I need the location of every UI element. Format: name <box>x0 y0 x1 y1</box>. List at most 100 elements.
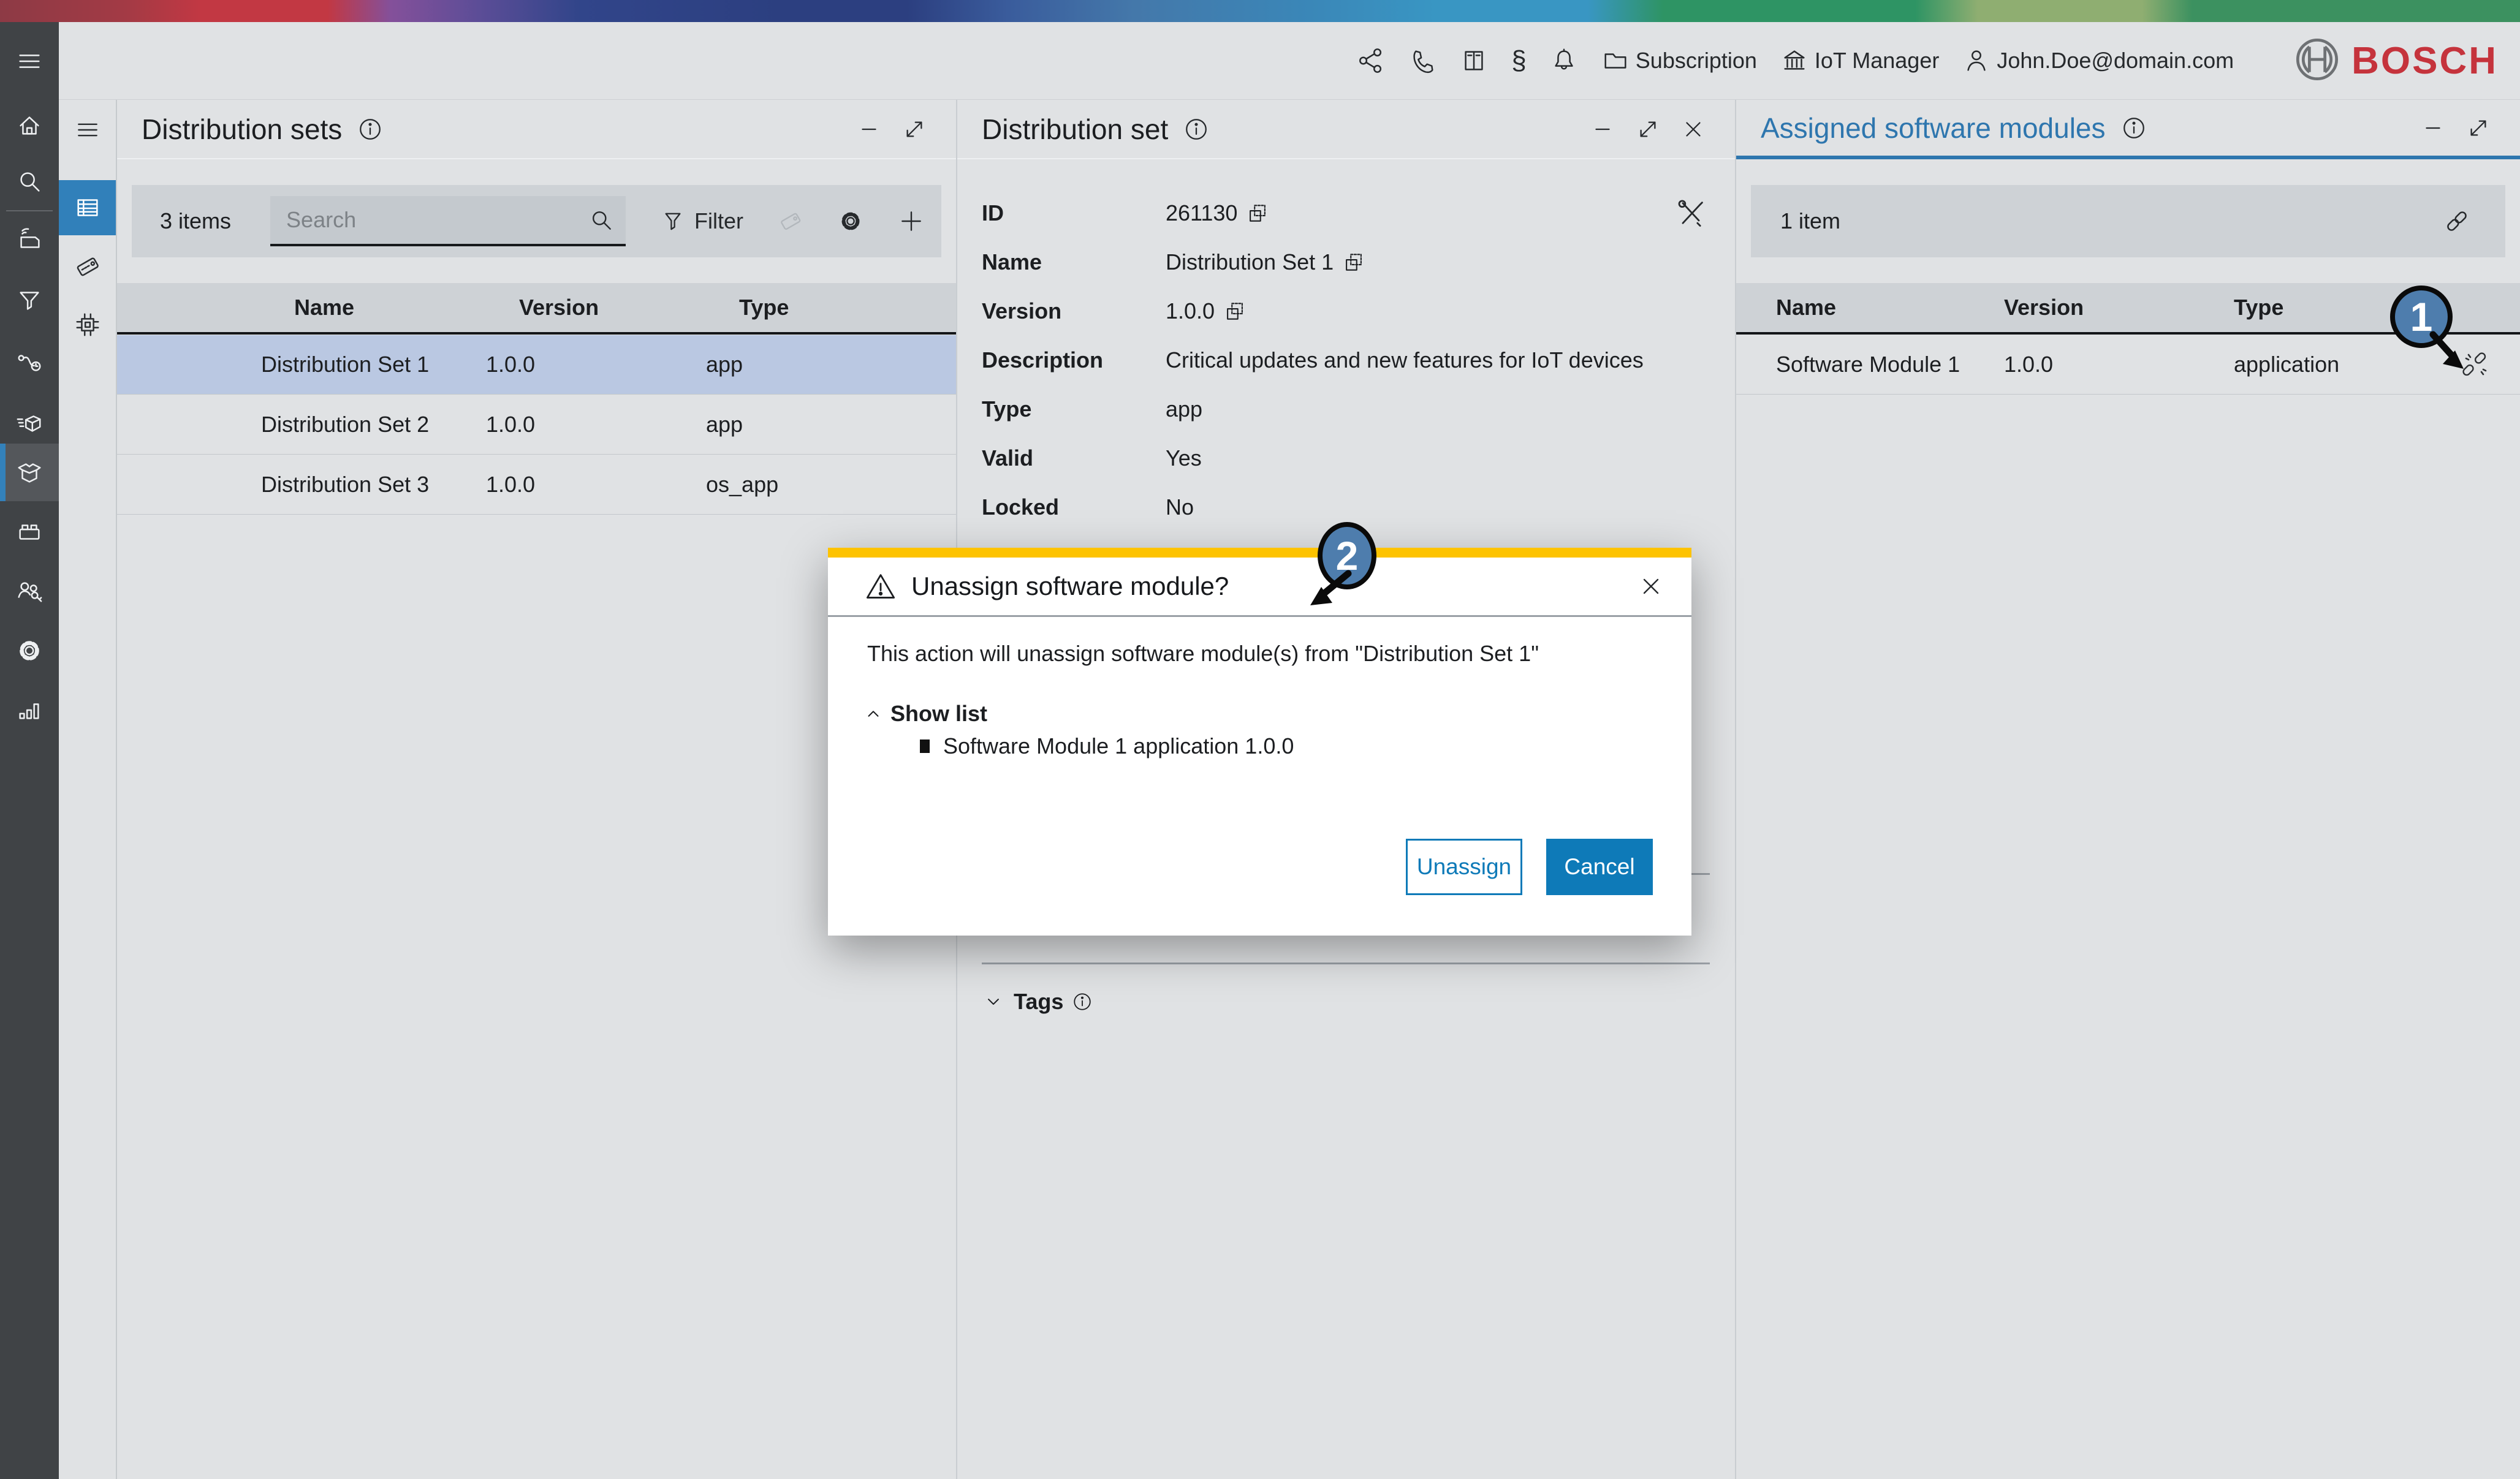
info-icon[interactable] <box>353 112 387 146</box>
copy-icon[interactable] <box>1223 300 1247 323</box>
field-row: Description Critical updates and new fea… <box>982 336 1710 385</box>
close-icon[interactable] <box>1676 112 1710 146</box>
table-row[interactable]: Software Module 1 1.0.0 application <box>1736 335 2520 395</box>
minimize-icon[interactable] <box>852 112 886 146</box>
search-field[interactable] <box>270 196 626 246</box>
field-label: Locked <box>982 494 1060 520</box>
list-item-text: Software Module 1 application 1.0.0 <box>943 733 1294 758</box>
annotation-arrow-2 <box>1310 570 1352 605</box>
row-version: 1.0.0 <box>2004 352 2054 377</box>
info-icon[interactable] <box>1179 112 1213 146</box>
column-name: Name <box>294 295 355 320</box>
device-icon <box>15 227 44 255</box>
column-version: Version <box>519 295 599 320</box>
book-icon <box>1460 47 1488 75</box>
expand-icon[interactable] <box>1631 112 1665 146</box>
items-count: 1 item <box>1780 208 1841 233</box>
settings-button[interactable] <box>838 208 863 234</box>
notifications-button[interactable] <box>1550 47 1578 75</box>
close-icon[interactable] <box>1638 573 1664 600</box>
iot-manager-button[interactable]: IoT Manager <box>1780 47 1939 75</box>
field-row: ID 261130 <box>982 189 1710 238</box>
field-label: ID <box>982 200 1004 225</box>
sidebar-item-rollouts[interactable] <box>0 335 59 392</box>
sidebar-item-campaigns[interactable] <box>0 394 59 452</box>
info-icon[interactable] <box>1072 991 1093 1012</box>
field-value: Distribution Set 1 <box>1166 249 1334 274</box>
user-email: John.Doe@domain.com <box>1997 48 2234 73</box>
tags-section-toggle[interactable]: Tags <box>982 983 1093 1020</box>
table-row[interactable]: Distribution Set 1 1.0.0 app <box>117 335 956 395</box>
menu-icon <box>15 47 44 75</box>
filter-button[interactable]: Filter <box>660 208 743 234</box>
search-input[interactable] <box>270 207 588 233</box>
distribution-sets-header: Distribution sets <box>117 100 956 159</box>
sidebar-item-reports[interactable] <box>0 681 59 739</box>
column-version: Version <box>2004 295 2084 320</box>
row-version: 1.0.0 <box>486 412 536 437</box>
copy-icon[interactable] <box>1246 202 1269 225</box>
person-icon <box>1962 47 1991 75</box>
sidebar-item-distribution-sets[interactable] <box>0 444 59 501</box>
bosch-logo: BOSCH <box>2294 36 2498 86</box>
secondary-item-device-types[interactable] <box>59 297 116 352</box>
sidebar-menu-button[interactable] <box>0 32 59 90</box>
row-type: application <box>2234 352 2340 377</box>
subscription-label: Subscription <box>1635 48 1757 73</box>
share-button[interactable] <box>1357 47 1385 75</box>
field-label: Type <box>982 396 1032 422</box>
table-row[interactable]: Distribution Set 3 1.0.0 os_app <box>117 455 956 515</box>
copy-icon[interactable] <box>1342 251 1365 274</box>
search-icon <box>15 167 44 195</box>
user-menu[interactable]: John.Doe@domain.com <box>1962 47 2234 75</box>
tag-button[interactable] <box>778 208 803 234</box>
row-type: app <box>706 412 743 437</box>
expand-icon[interactable] <box>897 112 932 146</box>
link-icon[interactable] <box>2443 207 2471 235</box>
warning-icon <box>865 570 897 602</box>
add-button[interactable] <box>898 208 925 235</box>
table-row[interactable]: Distribution Set 2 1.0.0 app <box>117 395 956 455</box>
tag-icon <box>74 252 102 281</box>
field-value: Yes <box>1166 445 1202 471</box>
unassign-button[interactable]: Unassign <box>1406 839 1522 895</box>
expand-icon[interactable] <box>2461 111 2495 145</box>
legal-button[interactable]: § <box>1511 47 1526 75</box>
contact-button[interactable] <box>1408 47 1436 75</box>
panel-title: Distribution set <box>982 113 1169 145</box>
dialog-actions: Unassign Cancel <box>828 839 1691 895</box>
chevron-up-icon <box>862 703 884 725</box>
row-version: 1.0.0 <box>486 472 536 497</box>
sidebar-item-settings[interactable] <box>0 622 59 679</box>
dialog-header: Unassign software module? <box>828 558 1691 615</box>
topbar: § Subscription IoT Manager John.Doe@doma… <box>59 22 2520 100</box>
secondary-menu-button[interactable] <box>59 102 116 157</box>
assigned-modules-toolbar: 1 item <box>1751 185 2505 257</box>
show-list-toggle[interactable]: Show list <box>862 701 987 727</box>
sidebar-item-home[interactable] <box>0 97 59 154</box>
sidebar-item-filters[interactable] <box>0 271 59 329</box>
tags-label: Tags <box>1014 989 1064 1014</box>
search-icon <box>588 206 615 233</box>
minimize-icon[interactable] <box>2416 111 2450 145</box>
field-value: app <box>1166 396 1203 422</box>
sidebar-item-access-control[interactable] <box>0 562 59 620</box>
info-icon[interactable] <box>2117 111 2151 145</box>
column-type: Type <box>2234 295 2284 320</box>
sidebar-item-software-modules[interactable] <box>0 503 59 561</box>
secondary-sidebar <box>59 100 117 1479</box>
secondary-item-tags[interactable] <box>59 239 116 294</box>
row-type: app <box>706 352 743 377</box>
cancel-button[interactable]: Cancel <box>1546 839 1653 895</box>
assigned-modules-header: Assigned software modules <box>1736 100 2520 159</box>
subscription-button[interactable]: Subscription <box>1601 47 1757 75</box>
docs-button[interactable] <box>1460 47 1488 75</box>
sidebar-item-devices[interactable] <box>0 212 59 270</box>
field-value: No <box>1166 494 1194 520</box>
minimize-icon[interactable] <box>1585 112 1620 146</box>
secondary-item-table-view[interactable] <box>59 180 116 235</box>
iot-manager-label: IoT Manager <box>1814 48 1940 73</box>
sidebar-item-search[interactable] <box>0 153 59 210</box>
chip-icon <box>74 311 102 339</box>
route-icon <box>15 349 44 377</box>
